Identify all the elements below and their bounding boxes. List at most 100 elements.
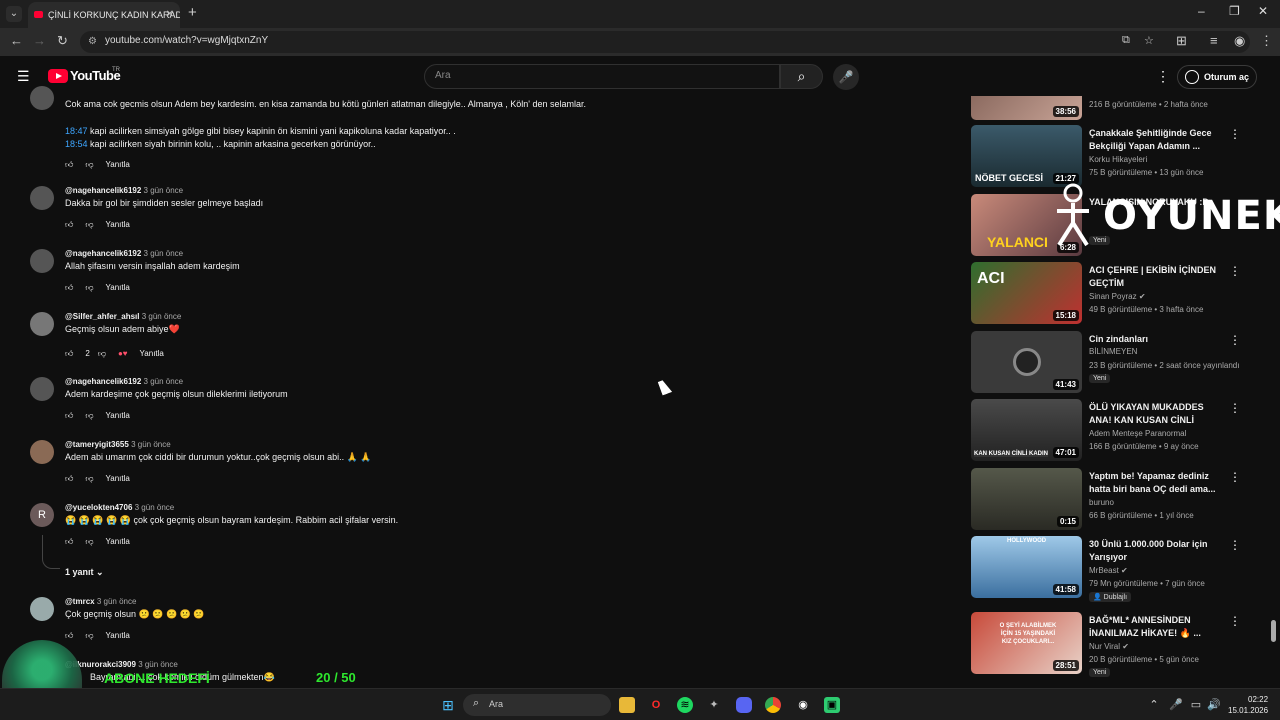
media-control-icon[interactable]: ≡ [1210,33,1218,48]
like-icon[interactable]: 👍︎ [65,220,73,230]
comment-time[interactable]: 3 gün önce [142,312,182,321]
video-title[interactable]: 30 Ünlü 1.000.000 Dolar için Yarışıyor [1089,538,1219,564]
recommendation-item[interactable]: ACI 15:18 ACI ÇEHRE | EKİBİN İÇİNDEN GEÇ… [971,262,1271,326]
reply-button[interactable]: Yanıtla [106,537,130,546]
more-actions-icon[interactable]: ⋮ [1229,401,1241,415]
extensions-icon[interactable]: ⊞ [1176,33,1187,49]
more-actions-icon[interactable]: ⋮ [1229,333,1241,347]
recommendation-item[interactable]: 41:43 Cin zindanları BİLİNMEYEN 23 B gör… [971,331,1271,395]
youtube-logo-icon[interactable] [48,69,68,83]
video-title[interactable]: Cin zindanları [1089,333,1219,346]
recommendation-item[interactable]: 38:56 216 B görüntüleme • 2 hafta önce [971,96,1271,120]
avatar[interactable] [30,249,54,273]
app-icon[interactable]: ✦ [706,697,722,713]
channel-name[interactable]: MrBeast ✔ [1089,566,1128,575]
comment-author[interactable]: @tmrcx [65,597,95,606]
url-field[interactable]: ⚙ youtube.com/watch?v=wgMjqtxnZnY ⧉ ☆ [80,31,1250,53]
comment-author[interactable]: @tameryigit3655 [65,440,129,449]
signin-button[interactable]: Oturum aç [1177,65,1257,89]
taskbar-search[interactable]: ⌕ Ara [463,694,611,716]
like-icon[interactable]: 👍︎ [65,160,73,170]
browser-tab[interactable]: ÇİNLİ KORKUNÇ KADIN KARAD ✕ [28,2,180,28]
windows-start-icon[interactable]: ⊞ [440,697,456,713]
tray-chevron-icon[interactable]: ⌃ [1146,697,1162,713]
video-thumbnail[interactable]: 0:15 [971,468,1082,530]
opera-icon[interactable]: O [648,697,664,713]
comment-time[interactable]: 3 gün önce [144,186,184,195]
search-button[interactable]: ⌕ [780,64,823,89]
profile-icon[interactable]: ◉ [1234,33,1245,49]
dislike-icon[interactable]: 👎︎ [85,160,93,170]
dislike-icon[interactable]: 👎︎ [85,474,93,484]
site-info-icon[interactable]: ⚙ [88,36,97,47]
channel-name[interactable]: Sinan Poyraz ✔ [1089,292,1146,301]
settings-menu-icon[interactable]: ⋮ [1156,68,1170,85]
recommendation-item[interactable]: O ŞEYİ ALABİLMEK İÇİN 15 YAŞINDAKİ KIZ Ç… [971,612,1271,677]
comment-time[interactable]: 3 gün önce [144,377,184,386]
avatar[interactable] [30,440,54,464]
dislike-icon[interactable]: 👎︎ [85,283,93,293]
back-icon[interactable]: ← [10,33,23,48]
dislike-icon[interactable]: 👎︎ [85,537,93,547]
comment-author[interactable]: @nagehancelik6192 [65,249,141,258]
channel-name[interactable]: buruno [1089,498,1114,507]
system-clock[interactable]: 02:22 15.01.2026 [1228,694,1268,716]
chrome-icon[interactable] [765,697,781,713]
like-icon[interactable]: 👍︎ [65,349,73,359]
avatar[interactable] [30,186,54,210]
close-tab-icon[interactable]: ✕ [166,2,174,28]
video-thumbnail[interactable]: HOLLYWOOD 41:58 [971,536,1082,598]
recommendation-item[interactable]: NÖBET GECESİ 21:27 Çanakkale Şehitliğind… [971,125,1271,189]
video-title[interactable]: ACI ÇEHRE | EKİBİN İÇİNDEN GEÇTİM [1089,264,1219,290]
more-actions-icon[interactable]: ⋮ [1229,614,1241,628]
dislike-icon[interactable]: 👎︎ [85,411,93,421]
voice-search-button[interactable]: 🎤 [833,64,859,90]
channel-name[interactable]: Nur Viral ✔ [1089,642,1129,651]
reply-button[interactable]: Yanıtla [106,160,130,169]
video-title[interactable]: Çanakkale Şehitliğinde Gece Bekçiliği Ya… [1089,127,1219,153]
comment-author[interactable]: @nagehancelik6192 [65,377,141,386]
video-title[interactable]: BAĞ*ML* ANNESİNDEN İNANILMAZ HİKAYE! 🔥 .… [1089,614,1219,640]
channel-name[interactable]: Korku Hikayeleri [1089,155,1147,164]
reply-button[interactable]: Yanıtla [106,411,130,420]
comment-time[interactable]: 3 gün önce [97,597,137,606]
comment-author[interactable]: @yucelokten4706 [65,503,132,512]
video-thumbnail[interactable]: O ŞEYİ ALABİLMEK İÇİN 15 YAŞINDAKİ KIZ Ç… [971,612,1082,674]
cast-icon[interactable]: ⧉ [1122,34,1130,47]
dislike-icon[interactable]: 👎︎ [85,220,93,230]
avatar[interactable] [30,597,54,621]
browser-menu-icon[interactable]: ⋮ [1260,33,1273,49]
video-thumbnail[interactable]: 41:43 [971,331,1082,393]
search-input[interactable]: Ara [424,64,780,89]
page-scrollbar[interactable] [1271,620,1276,642]
avatar[interactable]: R [30,503,54,527]
close-window-icon[interactable]: ✕ [1258,4,1268,18]
new-tab-icon[interactable]: + [188,4,197,21]
like-icon[interactable]: 👍︎ [65,537,73,547]
video-title[interactable]: ÖLÜ YIKAYAN MUKADDES ANA! KAN KUSAN CİNL… [1089,401,1219,428]
replies-toggle[interactable]: 1 yanıt ⌄ [65,567,104,578]
channel-name[interactable]: BİLİNMEYEN [1089,347,1137,356]
video-thumbnail[interactable]: ACI 15:18 [971,262,1082,324]
video-title[interactable]: Yaptım be! Yapamaz dediniz hatta biri ba… [1089,470,1219,496]
volume-icon[interactable]: 🔊 [1206,697,1222,713]
more-actions-icon[interactable]: ⋮ [1229,264,1241,278]
reply-button[interactable]: Yanıtla [140,349,164,358]
avatar[interactable] [30,377,54,401]
comment-author[interactable]: @Silfer_ahfer_ahsıl [65,312,140,321]
channel-name[interactable]: Adem Menteşe Paranormal [1089,429,1186,438]
spotify-icon[interactable]: ≋ [677,697,693,713]
timestamp-link[interactable]: 18:54 [65,139,88,149]
comment-time[interactable]: 3 gün önce [135,503,175,512]
dislike-icon[interactable]: 👎︎ [98,349,106,359]
discord-icon[interactable] [736,697,752,713]
video-thumbnail[interactable]: 38:56 [971,96,1082,120]
like-icon[interactable]: 👍︎ [65,474,73,484]
menu-icon[interactable]: ☰ [17,68,30,85]
more-actions-icon[interactable]: ⋮ [1229,470,1241,484]
file-explorer-icon[interactable] [619,697,635,713]
maximize-icon[interactable]: ❐ [1229,4,1240,18]
video-thumbnail[interactable]: NÖBET GECESİ 21:27 [971,125,1082,187]
reply-button[interactable]: Yanıtla [106,283,130,292]
like-icon[interactable]: 👍︎ [65,411,73,421]
